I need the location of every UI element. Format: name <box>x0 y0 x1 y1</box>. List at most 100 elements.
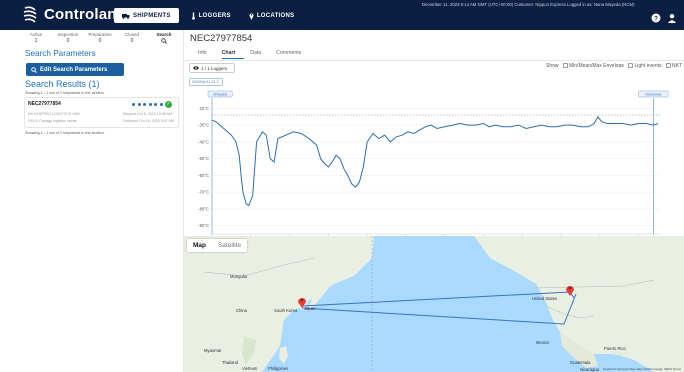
count-label: Inspection <box>57 32 79 37</box>
tab-data[interactable]: Data <box>250 50 270 59</box>
loggers-selector-button[interactable]: 1 / 1 Loggers <box>189 63 235 73</box>
user-icon[interactable] <box>667 13 677 23</box>
map-label-philippines: Philippines <box>268 366 289 371</box>
search-sidebar: Active 1 Inspection 0 Preparation 0 Closed 0… <box>20 30 184 372</box>
nav-locations-label: LOCATIONS <box>256 12 295 19</box>
brand-name[interactable]: Controlant <box>44 6 122 23</box>
progress-dot <box>148 103 152 106</box>
chart-y-tick-label: -50°C <box>198 156 209 161</box>
detail-tabs: Info Chart Data Comments <box>198 50 316 59</box>
eye-icon <box>193 66 199 70</box>
count-label: Preparation <box>88 32 112 37</box>
truck-icon <box>122 13 130 19</box>
map-label-nicaragua: Nicaragua <box>580 367 600 372</box>
nav-loggers-label: LOGGERS <box>198 12 231 19</box>
nav-locations[interactable]: LOCATIONS <box>243 8 301 23</box>
map-type-toggle: Map Satellite <box>187 239 248 252</box>
app-window: Controlant SHIPMENTS LOGGERS LOCATIONS D… <box>0 0 684 372</box>
checkbox[interactable] <box>628 63 634 69</box>
thermometer-icon <box>191 12 195 20</box>
caribbean-island <box>614 352 628 355</box>
shipment-title: NEC27977854 <box>190 33 253 44</box>
map-label-china: China <box>236 308 247 313</box>
origin-marker-center <box>300 298 304 302</box>
chart-y-tick-label: -20°C <box>198 106 209 111</box>
tab-divider <box>184 60 684 61</box>
map-label-guatemala: Guatemala <box>570 360 591 365</box>
chart-y-tick-label: -30°C <box>198 123 209 128</box>
search-results-summary: Showing 1 - 1 out of 1 shipments in the … <box>25 91 105 95</box>
progress-dot <box>132 103 135 106</box>
map-label-south-korea: South Korea <box>274 308 298 313</box>
chart-marker-label: Shipped <box>213 92 227 96</box>
main-nav: SHIPMENTS LOGGERS LOCATIONS <box>114 8 300 23</box>
option-light-events-label: Light events <box>634 63 662 69</box>
count-active[interactable]: Active 1 <box>24 32 48 44</box>
count-label: Closed <box>124 32 139 37</box>
edit-search-parameters-button[interactable]: Edit Search Parameters <box>26 63 124 76</box>
search-icon <box>161 38 167 44</box>
chart-y-tick-label: -60°C <box>198 173 209 178</box>
pin-icon <box>249 12 254 20</box>
shipment-delivered-date: Delivered Oct 16, 2023 9:07 AM <box>123 119 174 123</box>
shipment-origin: NX HI-SPEED LOGISTICS HUB <box>28 112 80 116</box>
progress-dot <box>137 103 141 106</box>
count-label: Search <box>156 32 172 37</box>
nav-shipments-label: SHIPMENTS <box>133 12 171 19</box>
tab-chart[interactable]: Chart <box>221 50 245 59</box>
count-label: Active <box>29 32 43 37</box>
destination-marker-center <box>568 286 572 290</box>
option-envelope[interactable]: Min/Mean/Max Envelope <box>562 63 624 69</box>
help-icon[interactable]: ? <box>651 13 661 23</box>
count-closed[interactable]: Closed 0 <box>120 32 144 44</box>
map-tab-map[interactable]: Map <box>187 239 212 252</box>
search-parameters-heading: Search Parameters <box>25 49 96 58</box>
tab-info[interactable]: Info <box>198 50 216 59</box>
map-canvas[interactable] <box>184 236 684 372</box>
map-label-puerto-rico: Puerto Rico <box>604 346 626 351</box>
progress-dot <box>159 103 163 106</box>
chart-y-tick-label: -80°C <box>198 206 209 211</box>
map-label-mexico: Mexico <box>536 340 550 345</box>
logger-id-chip[interactable]: 2003NA-01-03 C <box>189 78 223 86</box>
count-value: 0 <box>66 38 70 44</box>
tab-comments[interactable]: Comments <box>276 50 310 59</box>
delivered-check-icon: ✓ <box>165 101 172 108</box>
option-light-events[interactable]: Light events <box>628 63 662 69</box>
shipment-shipped-date: Shipped Oct 5, 2023 10:05 AM <box>123 112 172 116</box>
progress-dot <box>154 103 157 106</box>
search-icon <box>31 66 37 73</box>
chart-y-tick-label: -40°C <box>198 139 209 144</box>
option-mkt-label: NKT <box>672 63 682 69</box>
temperature-chart[interactable]: -20°C -30°C -40°C -50°C -60°C -70°C -80°C -90°C… <box>184 88 684 260</box>
chart-display-options: Show Min/Mean/Max Envelope Light events … <box>546 63 682 69</box>
map-label-thailand: Thailand <box>222 360 239 365</box>
top-navigation-bar: Controlant SHIPMENTS LOGGERS LOCATIONS D… <box>0 0 684 30</box>
count-value: 0 <box>130 38 134 44</box>
loggers-selector-label: 1 / 1 Loggers <box>201 65 228 71</box>
chart-y-tick-label: -70°C <box>198 190 209 195</box>
map-tab-satellite[interactable]: Satellite <box>212 239 247 252</box>
map-label-united-states: United States <box>532 296 558 301</box>
session-status-text: December 11, 2023 9:14 AM GMT (UTC+00:00… <box>422 2 635 7</box>
map-label-vietnam: Vietnam <box>242 366 258 371</box>
nav-loggers[interactable]: LOGGERS <box>185 8 237 23</box>
checkbox[interactable] <box>665 63 671 69</box>
count-preparation[interactable]: Preparation 0 <box>88 32 112 44</box>
count-search[interactable]: Search <box>152 32 176 44</box>
controlant-logo-icon[interactable] <box>22 6 38 24</box>
checkbox[interactable] <box>562 63 568 69</box>
search-results-footer: Showing 1 - 1 out of 1 shipments in the … <box>25 131 105 135</box>
option-mkt[interactable]: NKT <box>665 63 682 69</box>
route-map[interactable]: Map Satellite Mongolia China South Korea… <box>184 236 684 372</box>
shipment-id: NEC27977854 <box>28 101 61 107</box>
count-inspection[interactable]: Inspection 0 <box>56 32 80 44</box>
shipment-result-card[interactable]: NEC27977854 ✓ NX HI-SPEED LOGISTICS HUB … <box>24 97 179 128</box>
edit-search-parameters-label: Edit Search Parameters <box>40 66 108 73</box>
nav-shipments[interactable]: SHIPMENTS <box>114 8 179 23</box>
chart-marker-label: Delivered <box>645 92 661 96</box>
count-value: 1 <box>34 38 38 44</box>
shipment-status-counts: Active 1 Inspection 0 Preparation 0 Closed 0… <box>24 32 176 44</box>
map-label-japan: Japan <box>304 306 316 311</box>
map-attribution: Keyboard shortcuts Map data ©2023 Google… <box>602 367 681 371</box>
